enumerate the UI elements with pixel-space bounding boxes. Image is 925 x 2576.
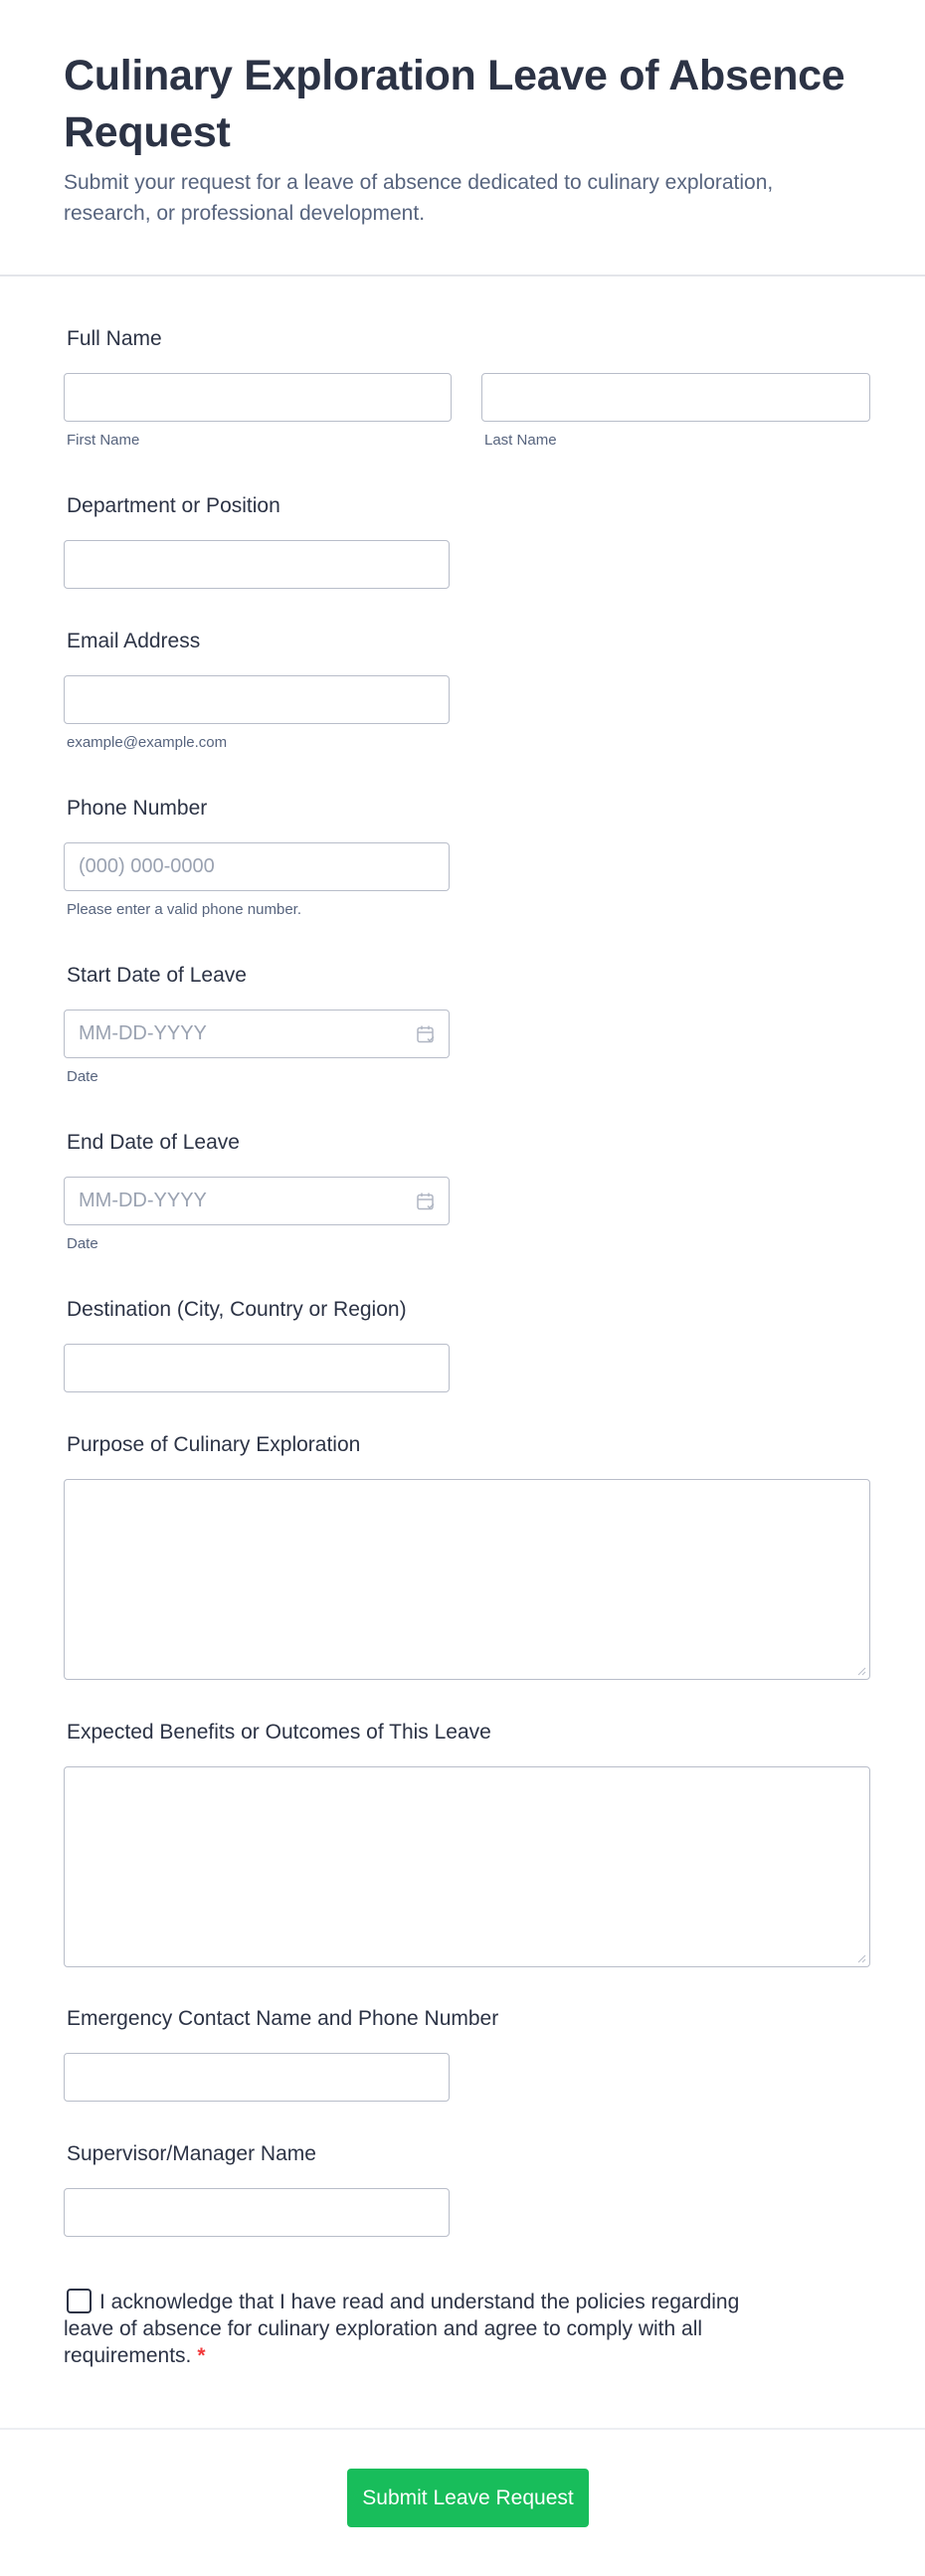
- submit-button[interactable]: Submit Leave Request: [347, 2469, 589, 2527]
- acknowledgement-field: I acknowledge that I have read and under…: [64, 2289, 780, 2369]
- benefits-textarea[interactable]: [64, 1766, 870, 1967]
- department-field: Department or Position: [64, 493, 450, 589]
- phone-input[interactable]: (000) 000-0000: [64, 842, 450, 891]
- full-name-row: First Name Last Name: [64, 352, 870, 449]
- email-sublabel: example@example.com: [67, 734, 228, 751]
- email-field: Email Address example@example.com: [64, 629, 450, 751]
- form-page: Culinary Exploration Leave of Absence Re…: [0, 0, 925, 2576]
- acknowledgement-checkbox[interactable]: [67, 2289, 92, 2313]
- emergency-contact-label: Emergency Contact Name and Phone Number: [67, 2007, 499, 2030]
- acknowledgement-text: I acknowledge that I have read and under…: [64, 2291, 740, 2367]
- supervisor-field: Supervisor/Manager Name: [64, 2141, 450, 2237]
- department-label: Department or Position: [67, 494, 280, 517]
- destination-input[interactable]: [64, 1344, 450, 1392]
- resize-handle-icon[interactable]: [856, 1953, 866, 1963]
- end-date-input[interactable]: MM-DD-YYYY: [64, 1177, 450, 1225]
- end-date-label: End Date of Leave: [67, 1131, 240, 1154]
- end-date-field: End Date of Leave MM-DD-YYYY Date: [64, 1130, 450, 1252]
- supervisor-label: Supervisor/Manager Name: [67, 2142, 316, 2165]
- start-date-input[interactable]: MM-DD-YYYY: [64, 1010, 450, 1058]
- first-name-sublabel: First Name: [67, 432, 140, 449]
- form-title: Culinary Exploration Leave of Absence Re…: [64, 52, 845, 156]
- last-name-column: Last Name: [481, 352, 870, 449]
- purpose-label: Purpose of Culinary Exploration: [67, 1433, 361, 1456]
- calendar-icon[interactable]: [416, 1024, 436, 1044]
- department-input[interactable]: [64, 540, 450, 589]
- emergency-contact-field: Emergency Contact Name and Phone Number: [64, 2006, 498, 2102]
- emergency-contact-input[interactable]: [64, 2053, 450, 2102]
- first-name-input[interactable]: [64, 373, 452, 422]
- email-label: Email Address: [67, 630, 201, 652]
- purpose-textarea[interactable]: [64, 1479, 870, 1680]
- phone-sublabel: Please enter a valid phone number.: [67, 901, 301, 918]
- destination-field: Destination (City, Country or Region): [64, 1297, 450, 1392]
- last-name-input[interactable]: [481, 373, 870, 422]
- full-name-label: Full Name: [67, 327, 162, 350]
- form-footer: Submit Leave Request: [0, 2428, 925, 2576]
- last-name-sublabel: Last Name: [484, 432, 557, 449]
- start-date-field: Start Date of Leave MM-DD-YYYY Date: [64, 963, 450, 1085]
- resize-handle-icon[interactable]: [856, 1666, 866, 1676]
- required-asterisk: *: [197, 2344, 206, 2367]
- email-input[interactable]: [64, 675, 450, 724]
- form-header: Culinary Exploration Leave of Absence Re…: [0, 0, 925, 276]
- benefits-field: Expected Benefits or Outcomes of This Le…: [64, 1720, 870, 1967]
- phone-placeholder: (000) 000-0000: [79, 855, 215, 877]
- phone-field: Phone Number (000) 000-0000 Please enter…: [64, 796, 450, 918]
- first-name-column: First Name: [64, 352, 452, 449]
- full-name-field: Full Name First Name Last Name: [64, 326, 870, 449]
- form-subtitle: Submit your request for a leave of absen…: [64, 171, 774, 225]
- end-date-placeholder: MM-DD-YYYY: [79, 1190, 207, 1211]
- start-date-label: Start Date of Leave: [67, 964, 247, 987]
- supervisor-input[interactable]: [64, 2188, 450, 2237]
- end-date-sublabel: Date: [67, 1235, 98, 1252]
- start-date-placeholder: MM-DD-YYYY: [79, 1022, 207, 1044]
- phone-label: Phone Number: [67, 797, 208, 820]
- calendar-icon[interactable]: [416, 1192, 436, 1211]
- destination-label: Destination (City, Country or Region): [67, 1298, 407, 1321]
- benefits-label: Expected Benefits or Outcomes of This Le…: [67, 1721, 491, 1744]
- start-date-sublabel: Date: [67, 1068, 98, 1085]
- purpose-field: Purpose of Culinary Exploration: [64, 1432, 870, 1680]
